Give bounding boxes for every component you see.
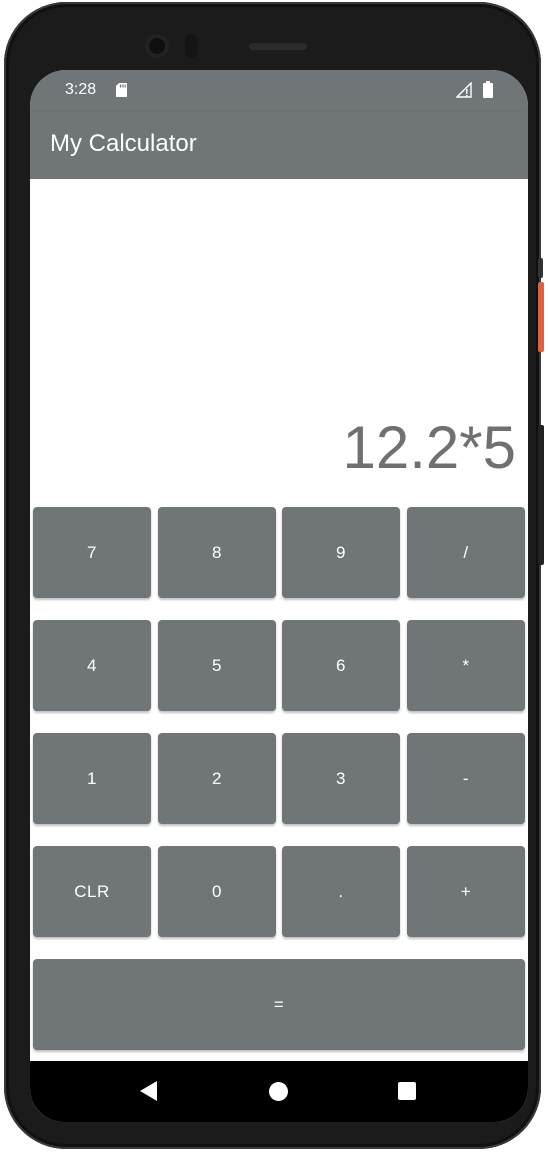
status-bar: 3:28 <box>30 70 528 112</box>
app-bar: My Calculator <box>30 112 528 179</box>
key-2[interactable]: 2 <box>158 733 276 824</box>
key-7[interactable]: 7 <box>33 507 151 598</box>
key-4[interactable]: 4 <box>33 620 151 711</box>
sd-card-icon <box>116 83 127 97</box>
key-multiply[interactable]: * <box>407 620 525 711</box>
key-1[interactable]: 1 <box>33 733 151 824</box>
app-title: My Calculator <box>50 130 197 157</box>
status-time: 3:28 <box>65 81 97 98</box>
back-icon[interactable] <box>140 1081 157 1101</box>
home-icon[interactable] <box>269 1082 288 1101</box>
earpiece-speaker <box>249 43 307 50</box>
front-camera <box>145 34 169 58</box>
equals-button[interactable]: = <box>33 959 525 1050</box>
recents-icon[interactable] <box>398 1082 416 1100</box>
navigation-bar <box>30 1061 528 1122</box>
key-0[interactable]: 0 <box>158 846 276 937</box>
key-5[interactable]: 5 <box>158 620 276 711</box>
power-button <box>538 282 544 352</box>
key-6[interactable]: 6 <box>282 620 400 711</box>
battery-icon <box>483 81 493 98</box>
key-9[interactable]: 9 <box>282 507 400 598</box>
key-subtract[interactable]: - <box>407 733 525 824</box>
key-divide[interactable]: / <box>407 507 525 598</box>
volume-button <box>538 425 544 565</box>
side-button-top <box>538 258 543 278</box>
proximity-sensor <box>185 34 197 58</box>
key-3[interactable]: 3 <box>282 733 400 824</box>
calculator-display: 12.2*5 <box>30 179 528 499</box>
phone-frame: 3:28 My Calculator 12.2*5 7 8 9 / 4 5 6 … <box>4 2 541 1149</box>
clear-button[interactable]: CLR <box>33 846 151 937</box>
key-8[interactable]: 8 <box>158 507 276 598</box>
key-add[interactable]: + <box>407 846 525 937</box>
key-decimal[interactable]: . <box>282 846 400 937</box>
expression-display: 12.2*5 <box>342 414 517 481</box>
signal-icon <box>456 82 472 98</box>
phone-screen: 3:28 My Calculator 12.2*5 7 8 9 / 4 5 6 … <box>30 70 528 1122</box>
